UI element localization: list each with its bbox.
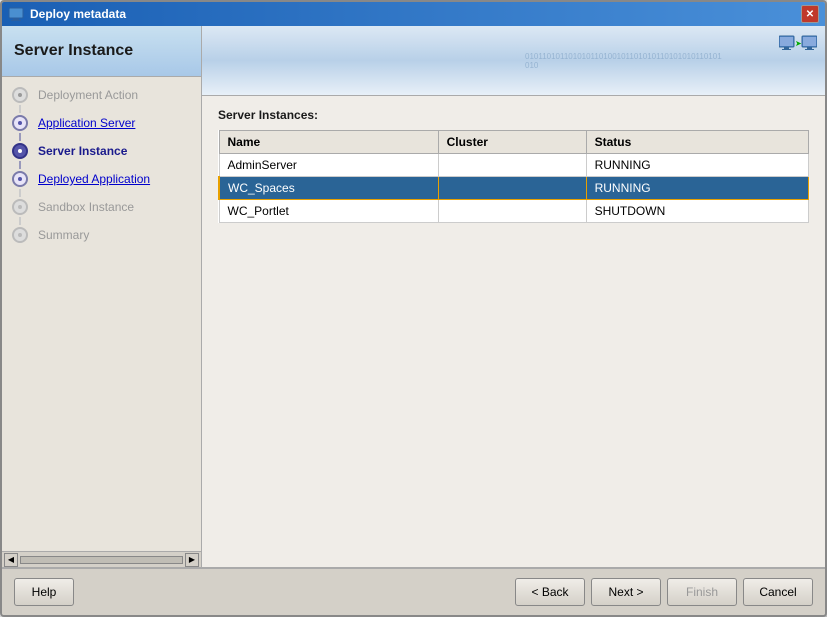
sidebar-title: Server Instance — [14, 42, 189, 60]
step-icon-3 — [12, 143, 28, 159]
step-icon-2 — [12, 115, 28, 131]
sidebar-items: Deployment Action Application Server — [2, 77, 201, 551]
step-icon-5 — [12, 199, 28, 215]
main-content: Server Instance Deployment Action — [2, 26, 825, 567]
sidebar-header: Server Instance — [2, 26, 201, 77]
cell-cluster-2 — [438, 200, 586, 223]
step-label-4[interactable]: Deployed Application — [38, 172, 150, 186]
cell-cluster-0 — [438, 154, 586, 177]
cell-status-0: RUNNING — [586, 154, 808, 177]
sidebar-item-deployed-application[interactable]: Deployed Application — [2, 169, 201, 189]
close-button[interactable]: ✕ — [801, 5, 819, 23]
back-button[interactable]: < Back — [515, 578, 585, 606]
step-left-3 — [10, 143, 30, 159]
step-label-3: Server Instance — [38, 144, 127, 158]
step-label-6: Summary — [38, 228, 89, 242]
col-name-header: Name — [219, 131, 438, 154]
cell-name-1: WC_Spaces — [219, 177, 438, 200]
table-row[interactable]: AdminServer RUNNING — [219, 154, 809, 177]
step-label-5: Sandbox Instance — [38, 200, 134, 214]
right-content: Server Instances: Name Cluster Status Ad… — [202, 96, 825, 567]
footer-buttons: < Back Next > Finish Cancel — [515, 578, 813, 606]
step-label-1: Deployment Action — [38, 88, 138, 102]
cell-status-2: SHUTDOWN — [586, 200, 808, 223]
step-left-6 — [10, 227, 30, 243]
scroll-right-arrow[interactable]: ▶ — [185, 553, 199, 567]
header-icon-group: ➤ — [779, 34, 817, 66]
sidebar-item-summary: Summary — [2, 225, 201, 245]
step-left-5 — [10, 199, 30, 215]
deploy-icon: ➤ — [779, 34, 817, 66]
sidebar-item-application-server[interactable]: Application Server — [2, 113, 201, 133]
sidebar-item-deployment-action: Deployment Action — [2, 85, 201, 105]
step-left-1 — [10, 87, 30, 103]
table-row[interactable]: WC_Spaces RUNNING — [219, 177, 809, 200]
server-instances-table: Name Cluster Status AdminServerRUNNINGWC… — [218, 130, 809, 223]
right-header: 0101101011010101101001011010101101010101… — [202, 26, 825, 96]
step-left-2 — [10, 115, 30, 131]
sidebar-scroll-area: Deployment Action Application Server — [2, 77, 201, 567]
cell-name-0: AdminServer — [219, 154, 438, 177]
titlebar-left: Deploy metadata — [8, 6, 126, 22]
sidebar: Server Instance Deployment Action — [2, 26, 202, 567]
svg-text:➤: ➤ — [795, 39, 802, 48]
titlebar: Deploy metadata ✕ — [2, 2, 825, 26]
scroll-track[interactable] — [20, 556, 183, 564]
app-icon — [8, 6, 24, 22]
sidebar-scrollbar: ◀ ▶ — [2, 551, 201, 567]
table-row[interactable]: WC_Portlet SHUTDOWN — [219, 200, 809, 223]
section-title: Server Instances: — [218, 108, 809, 122]
step-left-4 — [10, 171, 30, 187]
footer: Help < Back Next > Finish Cancel — [2, 567, 825, 615]
cancel-button[interactable]: Cancel — [743, 578, 813, 606]
cell-name-2: WC_Portlet — [219, 200, 438, 223]
header-decoration: 0101101011010101101001011010101101010101… — [525, 26, 725, 95]
col-status-header: Status — [586, 131, 808, 154]
cell-cluster-1 — [438, 177, 586, 200]
step-icon-4 — [12, 171, 28, 187]
cell-status-1: RUNNING — [586, 177, 808, 200]
window-title: Deploy metadata — [30, 7, 126, 21]
finish-button[interactable]: Finish — [667, 578, 737, 606]
next-button[interactable]: Next > — [591, 578, 661, 606]
col-cluster-header: Cluster — [438, 131, 586, 154]
step-icon-6 — [12, 227, 28, 243]
step-label-2[interactable]: Application Server — [38, 116, 135, 130]
help-button[interactable]: Help — [14, 578, 74, 606]
right-panel: 0101101011010101101001011010101101010101… — [202, 26, 825, 567]
sidebar-item-sandbox-instance: Sandbox Instance — [2, 197, 201, 217]
sidebar-item-server-instance: Server Instance — [2, 141, 201, 161]
step-icon-1 — [12, 87, 28, 103]
scroll-left-arrow[interactable]: ◀ — [4, 553, 18, 567]
main-window: Deploy metadata ✕ Server Instance — [0, 0, 827, 617]
